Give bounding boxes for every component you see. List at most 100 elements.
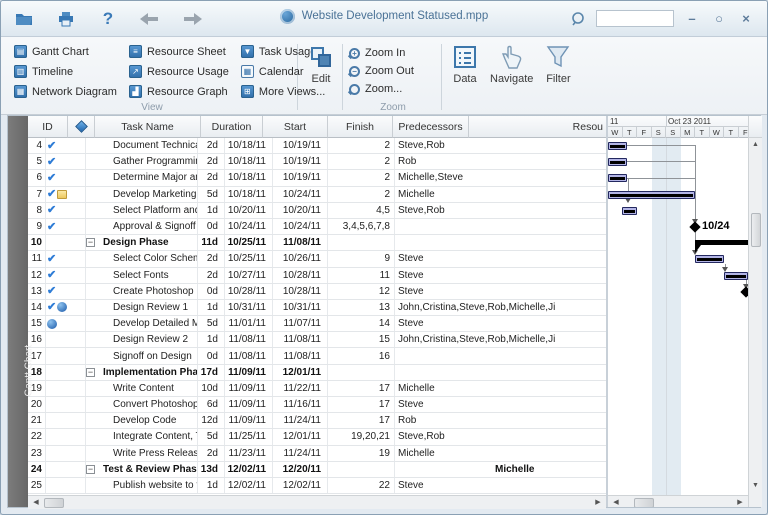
- scroll-right-icon[interactable]: ▶: [592, 497, 604, 508]
- task-row[interactable]: 7✔Develop Marketing Plan5d10/18/1110/24/…: [28, 187, 606, 203]
- cell-resources: Rob: [395, 154, 606, 169]
- zoom-out-button[interactable]: −Zoom Out: [349, 63, 433, 79]
- task-row[interactable]: 23Write Press Release ...2d11/23/1111/24…: [28, 446, 606, 462]
- scroll-left-icon[interactable]: ◀: [610, 497, 622, 507]
- task-row[interactable]: 21Develop Code12d11/09/1111/24/1117Rob: [28, 413, 606, 429]
- cell-finish: 11/22/11: [273, 381, 328, 396]
- task-bar[interactable]: [724, 272, 748, 280]
- view-group-label: View: [9, 102, 295, 113]
- task-bar[interactable]: [695, 255, 724, 263]
- cell-duration: 12d: [198, 413, 225, 428]
- gantt-hscrollbar[interactable]: ◀ ▶: [608, 495, 748, 507]
- task-bar[interactable]: [622, 207, 637, 215]
- close-button[interactable]: ×: [737, 11, 755, 26]
- header-start[interactable]: Start: [263, 116, 328, 138]
- zoom-items: +Zoom In −Zoom Out Zoom...: [349, 43, 433, 97]
- header-predecessors[interactable]: Predecessors: [393, 116, 469, 138]
- cell-finish: 11/07/11: [273, 316, 328, 331]
- cell-resources: John,Cristina,Steve,Rob,Michelle,Ji: [395, 300, 606, 315]
- task-row[interactable]: 19Write Content10d11/09/1111/22/1117Mich…: [28, 381, 606, 397]
- task-row[interactable]: 17Signoff on Design0d11/08/1111/08/1116: [28, 348, 606, 364]
- navigate-button[interactable]: Navigate: [484, 40, 539, 114]
- task-bar[interactable]: [608, 174, 627, 182]
- header-indicators[interactable]: [68, 116, 95, 138]
- collapse-icon[interactable]: −: [86, 368, 95, 377]
- task-row[interactable]: 14✔Design Review 11d10/31/1110/31/1113Jo…: [28, 300, 606, 316]
- task-row[interactable]: 10−Design Phase11d10/25/1111/08/11: [28, 235, 606, 251]
- view-button-network-diagram[interactable]: ▦Network Diagram: [11, 83, 120, 100]
- link-line: [627, 145, 696, 146]
- cell-duration: 2d: [198, 170, 225, 185]
- task-name-text: Design Review 2: [86, 334, 188, 345]
- task-row[interactable]: 11✔Select Color Schemes2d10/25/1110/26/1…: [28, 251, 606, 267]
- view-button-resource-usage[interactable]: ↗Resource Usage: [126, 63, 232, 80]
- scroll-left-icon[interactable]: ◀: [30, 497, 42, 508]
- summary-bar[interactable]: [695, 240, 748, 245]
- task-bar[interactable]: [608, 142, 627, 150]
- header-id[interactable]: ID: [28, 116, 68, 138]
- help-button[interactable]: ?: [97, 9, 119, 29]
- view-button-timeline[interactable]: ▥Timeline: [11, 63, 120, 80]
- scroll-down-icon[interactable]: ▼: [750, 480, 761, 492]
- maximize-button[interactable]: ○: [710, 11, 728, 26]
- task-bar[interactable]: [608, 158, 627, 166]
- task-name-text: Develop Code: [86, 415, 176, 426]
- task-row[interactable]: 12✔Select Fonts2d10/27/1110/28/1111Steve: [28, 268, 606, 284]
- cell-predecessors: [328, 462, 395, 477]
- task-row[interactable]: 18−Implementation Pha...17d11/09/1112/01…: [28, 365, 606, 381]
- task-row[interactable]: 5✔Gather Programming ...2d10/18/1110/19/…: [28, 154, 606, 170]
- minimize-button[interactable]: –: [683, 11, 701, 26]
- view-button-resource-graph[interactable]: ▟Resource Graph: [126, 83, 232, 100]
- cell-indicators: ✔: [46, 251, 86, 266]
- view-group: ▤Gantt Chart ▥Timeline ▦Network Diagram ≡Re…: [9, 40, 295, 114]
- task-row[interactable]: 8✔Select Platform and ...1d10/20/1110/20…: [28, 203, 606, 219]
- cell-indicators: ✔: [46, 170, 86, 185]
- gantt-hscroll-thumb[interactable]: [634, 498, 654, 507]
- zoom-dialog-button[interactable]: Zoom...: [349, 81, 433, 97]
- cell-predecessors: 11: [328, 268, 395, 283]
- zoom-group: +Zoom In−Zoom OutZoom... Zoom: [347, 40, 439, 114]
- view-button-resource-sheet[interactable]: ≡Resource Sheet: [126, 43, 232, 60]
- header-finish[interactable]: Finish: [328, 116, 393, 138]
- cell-resources: Michelle: [395, 381, 606, 396]
- task-name-text: Develop Detailed Mo...: [86, 318, 198, 329]
- task-row[interactable]: 15Develop Detailed Mo...5d11/01/1111/07/…: [28, 316, 606, 332]
- cell-id: 10: [28, 235, 46, 250]
- task-row[interactable]: 22Integrate Content, Te...5d11/25/1112/0…: [28, 429, 606, 445]
- task-name-text: Implementation Pha...: [99, 367, 198, 378]
- zoom-in-button[interactable]: +Zoom In: [349, 45, 433, 61]
- open-file-button[interactable]: [13, 9, 35, 29]
- task-row[interactable]: 9✔Approval & Signoff o...0d10/24/1110/24…: [28, 219, 606, 235]
- filter-button[interactable]: Filter: [539, 40, 577, 114]
- search-input[interactable]: [596, 10, 674, 27]
- cell-duration: 0d: [198, 219, 225, 234]
- header-resources[interactable]: Resou: [469, 116, 606, 138]
- print-button[interactable]: [55, 9, 77, 29]
- cell-duration: 10d: [198, 381, 225, 396]
- back-button[interactable]: [139, 9, 161, 29]
- task-row[interactable]: 25Publish website to te...1d12/02/1112/0…: [28, 478, 606, 494]
- gantt-vscrollbar[interactable]: ▲ ▼: [748, 116, 762, 507]
- scroll-up-icon[interactable]: ▲: [750, 139, 761, 151]
- cell-indicators: ✔: [46, 284, 86, 299]
- header-task-name[interactable]: Task Name: [95, 116, 201, 138]
- view-button-more-views[interactable]: ⊞More Views...: [238, 83, 328, 100]
- data-button[interactable]: Data: [446, 40, 484, 114]
- task-row[interactable]: 24−Test & Review Phase13d12/02/1112/20/1…: [28, 462, 606, 478]
- table-hscrollbar[interactable]: ◀ ▶: [28, 495, 606, 509]
- scroll-right-icon[interactable]: ▶: [734, 497, 746, 507]
- task-bar[interactable]: [608, 191, 695, 199]
- header-duration[interactable]: Duration: [201, 116, 263, 138]
- collapse-icon[interactable]: −: [86, 465, 95, 474]
- view-button-gantt-chart[interactable]: ▤Gantt Chart: [11, 43, 120, 60]
- gantt-vscroll-thumb[interactable]: [751, 213, 761, 247]
- collapse-icon[interactable]: −: [86, 238, 95, 247]
- milestone-diamond[interactable]: [740, 286, 748, 297]
- task-row[interactable]: 6✔Determine Major and ...2d10/18/1110/19…: [28, 170, 606, 186]
- task-row[interactable]: 13✔Create Photoshop M...0d10/28/1110/28/…: [28, 284, 606, 300]
- task-row[interactable]: 4✔Document Technical ...2d10/18/1110/19/…: [28, 138, 606, 154]
- task-row[interactable]: 16Design Review 21d11/08/1111/08/1115Joh…: [28, 332, 606, 348]
- task-row[interactable]: 20Convert Photoshop t...6d11/09/1111/16/…: [28, 397, 606, 413]
- forward-button[interactable]: [181, 9, 203, 29]
- table-hscroll-thumb[interactable]: [44, 498, 64, 508]
